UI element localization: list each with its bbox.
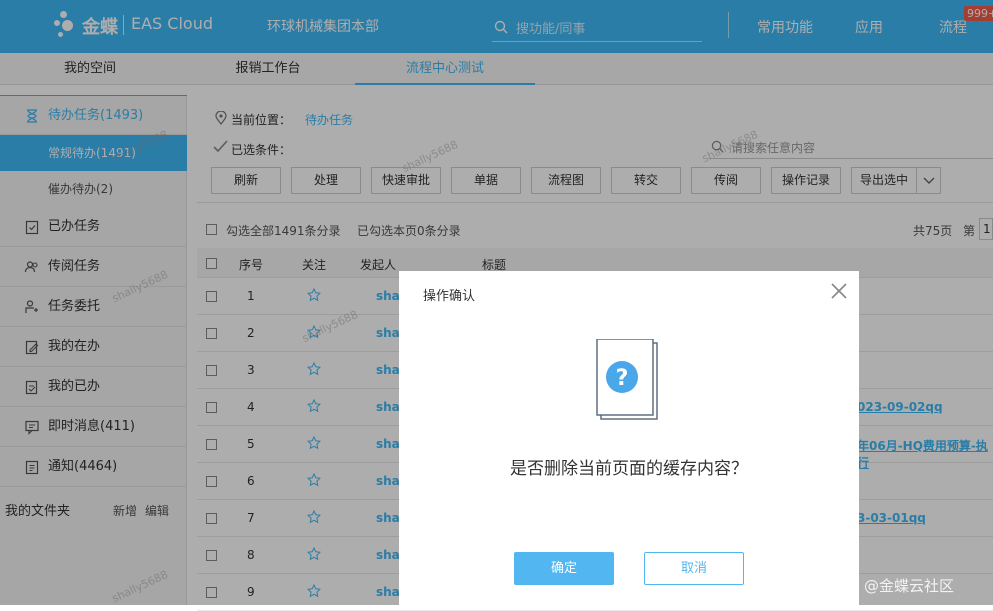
- cancel-button[interactable]: 取消: [644, 552, 744, 585]
- confirm-button[interactable]: 确定: [514, 552, 614, 585]
- dialog-title: 操作确认: [423, 289, 476, 304]
- dialog-message: 是否删除当前页面的缓存内容？: [510, 459, 748, 479]
- confirm-dialog: 操作确认 ? 是否删除当前页面的缓存内容？ 确定 取消: [399, 271, 859, 605]
- community-watermark: @金蝶云社区: [864, 577, 955, 595]
- close-icon[interactable]: [827, 279, 851, 303]
- svg-text:?: ?: [616, 366, 629, 391]
- question-document-icon: ?: [596, 339, 658, 420]
